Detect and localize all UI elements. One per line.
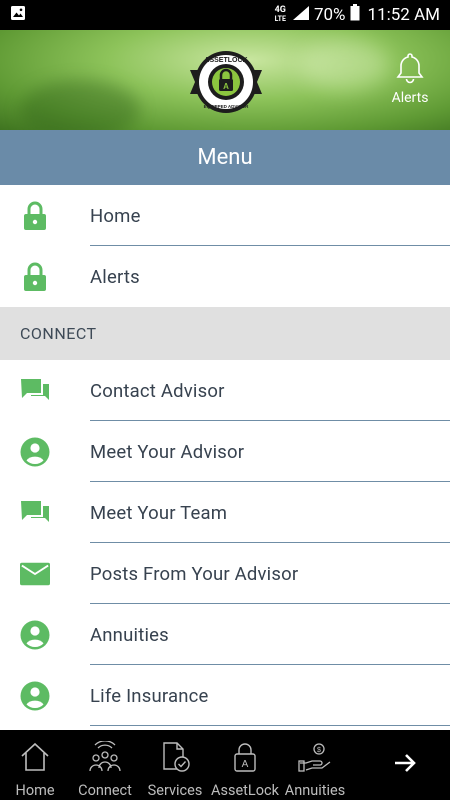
menu-title: Menu [0, 130, 450, 185]
nav-connect[interactable]: Connect [70, 730, 140, 800]
header-banner: A ASSETLOCK EQUIPPED ADVISOR Alerts [0, 30, 450, 130]
nav-label: Connect [78, 782, 132, 799]
lock-icon [20, 262, 50, 292]
menu-list: Home Alerts CONNECT Contact Advisor Meet… [0, 185, 450, 726]
logo-bottom-text: EQUIPPED ADVISOR [204, 104, 250, 109]
menu-item-life-insurance[interactable]: Life Insurance [0, 665, 450, 726]
menu-item-label: Alerts [90, 265, 140, 288]
menu-item-label: Meet Your Advisor [90, 440, 245, 463]
section-header-connect: CONNECT [0, 307, 450, 360]
menu-item-meet-your-advisor[interactable]: Meet Your Advisor [0, 421, 450, 482]
mail-icon [20, 559, 50, 589]
document-check-icon [159, 740, 191, 774]
nav-label: Annuities [284, 782, 346, 799]
person-icon [20, 620, 50, 650]
nav-label: Home [15, 782, 55, 799]
menu-item-label: Contact Advisor [90, 379, 225, 402]
hand-coin-icon: $ [298, 740, 332, 774]
menu-item-alerts[interactable]: Alerts [0, 246, 450, 307]
chat-icon [20, 376, 50, 406]
nav-home[interactable]: Home [0, 730, 70, 800]
nav-assetlock[interactable]: A AssetLock [210, 730, 280, 800]
menu-item-meet-your-team[interactable]: Meet Your Team [0, 482, 450, 543]
nav-label: AssetLock [211, 782, 279, 799]
battery-percent: 70% [313, 5, 346, 25]
menu-item-label: Posts From Your Advisor [90, 562, 299, 585]
chat-icon [20, 498, 50, 528]
people-icon [88, 740, 122, 774]
clock: 11:52 AM [367, 5, 440, 25]
menu-item-home[interactable]: Home [0, 185, 450, 246]
status-right: 4G LTE 70% 11:52 AM [275, 4, 440, 26]
divider [90, 725, 450, 726]
alerts-label: Alerts [391, 90, 429, 106]
bell-icon [392, 53, 428, 90]
bottom-nav: Home Connect Services A AssetLock $ Annu… [0, 730, 450, 800]
svg-text:A: A [223, 82, 229, 91]
signal-icon [292, 5, 310, 26]
logo-top-text: ASSETLOCK [204, 57, 247, 64]
menu-item-label: Annuities [90, 623, 169, 646]
svg-text:A: A [242, 759, 249, 770]
menu-item-posts-from-your-advisor[interactable]: Posts From Your Advisor [0, 543, 450, 604]
menu-item-contact-advisor[interactable]: Contact Advisor [0, 360, 450, 421]
status-left [10, 5, 26, 26]
person-icon [20, 681, 50, 711]
svg-text:$: $ [317, 747, 321, 754]
lock-icon [20, 201, 50, 231]
menu-item-label: Meet Your Team [90, 501, 228, 524]
arrow-right-icon [392, 750, 418, 780]
status-bar: 4G LTE 70% 11:52 AM [0, 0, 450, 30]
menu-item-annuities[interactable]: Annuities [0, 604, 450, 665]
menu-item-label: Home [90, 204, 141, 227]
network-indicator: 4G LTE [274, 5, 286, 24]
nav-label: Services [147, 782, 203, 799]
image-notification-icon [10, 5, 26, 26]
menu-item-label: Life Insurance [90, 684, 209, 707]
alerts-button[interactable]: Alerts [388, 50, 432, 106]
home-icon [19, 740, 51, 774]
assetlock-logo: A ASSETLOCK EQUIPPED ADVISOR [186, 48, 266, 116]
nav-next-button[interactable] [360, 730, 450, 800]
padlock-icon: A [231, 740, 259, 774]
battery-icon [350, 4, 360, 26]
person-icon [20, 437, 50, 467]
nav-services[interactable]: Services [140, 730, 210, 800]
nav-annuities[interactable]: $ Annuities [280, 730, 350, 800]
